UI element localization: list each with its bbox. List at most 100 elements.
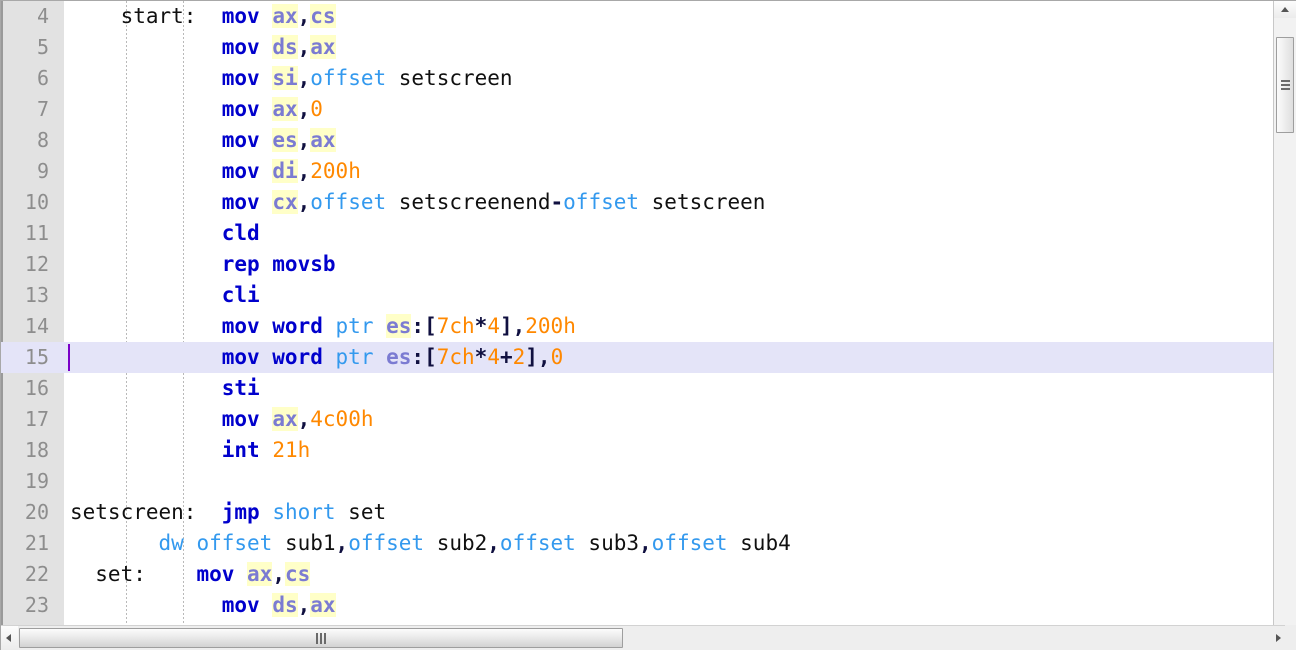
code-token-reg: ax — [310, 128, 336, 152]
code-token-kw: rep movsb — [221, 252, 336, 276]
code-token-punc: :[ — [411, 314, 437, 338]
code-line-text: mov ds,ax — [70, 32, 336, 63]
code-line[interactable]: 11 cld — [1, 218, 1273, 249]
code-token-punc: , — [297, 190, 311, 214]
line-number: 10 — [24, 190, 49, 214]
code-token-reg: ax — [247, 562, 273, 586]
code-line-text: mov word ptr es:[7ch*4],200h — [70, 311, 576, 342]
line-number: 18 — [24, 438, 49, 462]
code-token-plain: sub4 — [727, 531, 791, 555]
code-line[interactable]: 7 mov ax,0 — [1, 94, 1273, 125]
code-token-plain: start: — [70, 4, 222, 28]
code-token-num: 2 — [512, 345, 526, 369]
line-number: 7 — [36, 97, 49, 121]
line-number: 11 — [24, 221, 49, 245]
code-line[interactable]: 13 cli — [1, 280, 1273, 311]
code-token-punc: * — [474, 345, 488, 369]
code-token-punc: , — [272, 562, 285, 586]
code-token-dir: offset — [348, 531, 425, 555]
code-token-num: 0 — [550, 345, 564, 369]
code-line-text: start: mov ax,cs — [70, 1, 336, 32]
code-line[interactable]: 19 — [1, 466, 1273, 497]
vertical-scrollbar-thumb[interactable] — [1276, 37, 1294, 133]
code-line[interactable]: 15 mov word ptr es:[7ch*4+2],0 — [1, 342, 1273, 373]
code-token-num: 7ch — [436, 314, 475, 338]
code-token-kw: mov — [221, 4, 260, 28]
line-number: 8 — [36, 128, 49, 152]
code-token-kw: sti — [221, 376, 260, 400]
code-line[interactable]: 23 mov ds,ax — [1, 590, 1273, 621]
code-token-reg: cs — [284, 562, 311, 586]
code-line[interactable]: 20 setscreen: jmp short set — [1, 497, 1273, 528]
code-token-plain: setscreen — [386, 66, 513, 90]
code-line[interactable]: 9 mov di,200h — [1, 156, 1273, 187]
line-number: 22 — [24, 562, 49, 586]
code-line[interactable]: 4 start: mov ax,cs — [1, 1, 1273, 32]
code-token-plain: sub1 — [272, 531, 336, 555]
code-token-dir: offset — [651, 531, 728, 555]
code-token-punc: :[ — [411, 345, 437, 369]
code-token-dir: dw offset — [158, 531, 273, 555]
scroll-up-arrow-icon[interactable] — [1274, 1, 1296, 18]
code-token-reg: ax — [310, 593, 336, 617]
line-number: 9 — [36, 159, 49, 183]
code-token-reg: cx — [272, 190, 298, 214]
code-token-num: 4c00h — [310, 407, 374, 431]
code-token-kw: jmp — [221, 500, 260, 524]
code-line[interactable]: 21 dw offset sub1,offset sub2,offset sub… — [1, 528, 1273, 559]
vertical-scrollbar[interactable] — [1273, 1, 1296, 626]
code-token-num: 4 — [487, 345, 500, 369]
code-token-punc: , — [639, 531, 652, 555]
horizontal-scrollbar-thumb[interactable] — [19, 628, 623, 648]
code-token-plain: set — [335, 500, 387, 524]
code-token-num: 21h — [272, 438, 311, 462]
code-line[interactable]: 22 set: mov ax,cs — [1, 559, 1273, 590]
code-token-plain: sub3 — [575, 531, 639, 555]
scrollbar-corner — [1285, 625, 1296, 650]
code-line[interactable]: 10 mov cx,offset setscreenend-offset set… — [1, 187, 1273, 218]
code-line[interactable]: 5 mov ds,ax — [1, 32, 1273, 63]
code-token-num: 7ch — [436, 345, 475, 369]
scroll-left-arrow-icon[interactable] — [1, 626, 18, 650]
line-number: 13 — [24, 283, 49, 307]
code-line[interactable]: 18 int 21h — [1, 435, 1273, 466]
line-number: 19 — [24, 469, 49, 493]
code-line[interactable]: 16 sti — [1, 373, 1273, 404]
code-line[interactable]: 14 mov word ptr es:[7ch*4],200h — [1, 311, 1273, 342]
code-token-kw: mov — [221, 159, 260, 183]
code-line[interactable]: 6 mov si,offset setscreen — [1, 63, 1273, 94]
code-token-dir: offset — [310, 190, 387, 214]
code-line[interactable]: 17 mov ax,4c00h — [1, 404, 1273, 435]
code-line-text: mov ax,0 — [70, 94, 323, 125]
code-token-punc: , — [335, 531, 349, 555]
horizontal-scrollbar[interactable] — [1, 625, 1296, 650]
code-line-text: dw offset sub1,offset sub2,offset sub3,o… — [70, 528, 791, 559]
code-line-text: mov si,offset setscreen — [70, 63, 513, 94]
code-line-text: mov word ptr es:[7ch*4+2],0 — [70, 342, 564, 373]
code-token-kw: mov — [221, 407, 260, 431]
scrollbar-grip-icon — [1281, 80, 1290, 90]
code-line-text: cli — [70, 280, 260, 311]
line-number: 20 — [24, 500, 49, 524]
code-line[interactable]: 12 rep movsb — [1, 249, 1273, 280]
code-token-kw: mov — [221, 97, 260, 121]
code-token-kw: cli — [221, 283, 260, 307]
code-line[interactable]: 8 mov es,ax — [1, 125, 1273, 156]
code-token-reg: di — [272, 159, 298, 183]
line-number: 4 — [36, 4, 49, 28]
code-token-dir: ptr — [335, 345, 374, 369]
code-editing-area[interactable]: 4 start: mov ax,cs 5 mov ds,ax 6 mov si,of… — [1, 1, 1273, 626]
code-line-text: rep movsb — [70, 249, 336, 280]
